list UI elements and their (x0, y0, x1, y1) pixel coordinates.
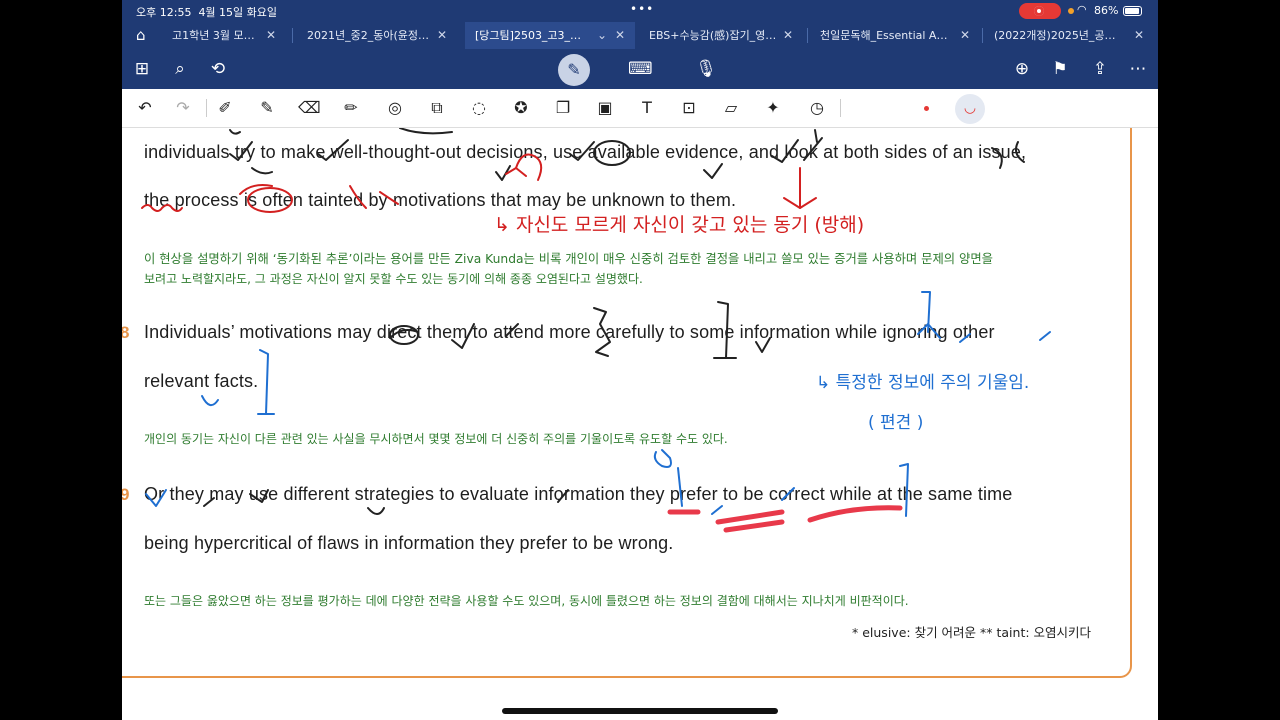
more-icon[interactable]: ⋯ (1126, 57, 1150, 81)
grid-icon[interactable]: ⊞ (130, 57, 154, 81)
sentence-7-line-b: the process is often tainted by motivati… (144, 190, 737, 210)
text-icon[interactable]: T (636, 97, 658, 119)
footnote: * elusive: 찾기 어려운 ** taint: 오염시키다 (852, 625, 1092, 640)
sentence-number-9: 9 (122, 485, 130, 504)
timer-icon[interactable]: ◷ (806, 97, 828, 119)
mic-indicator-icon (1068, 8, 1074, 14)
screen-record-icon[interactable] (1019, 3, 1061, 19)
red-handwritten-note: ↳ 자신도 모르게 자신이 갖고 있는 동기 (방해) (494, 214, 865, 236)
lasso-icon[interactable]: ⟲ (206, 57, 230, 81)
sentence-7-line-a: individuals try to make well-thought-out… (144, 142, 1027, 162)
battery-percent: 86% (1094, 4, 1119, 17)
close-icon[interactable]: ✕ (266, 22, 276, 49)
close-icon[interactable]: ✕ (783, 22, 793, 49)
tab-label: 천일문독해_Essential A… (820, 29, 948, 42)
scan-icon[interactable]: ⊡ (678, 97, 700, 119)
main-toolbar: ⊞ ⌕ ⟲ ✎ ⌨ 🎙 ⊕ ⚑ ⇪ ⋯ (122, 49, 1158, 89)
home-icon[interactable]: ⌂ (136, 26, 160, 46)
tab-label: [당그팀]2503_고3_… (475, 29, 582, 42)
search-icon[interactable]: ⌕ (168, 57, 192, 81)
undo-icon[interactable]: ↶ (134, 97, 156, 119)
blue-handwritten-note-2: ( 편견 ) (868, 413, 924, 433)
sticker-icon[interactable]: ⧉ (426, 97, 448, 119)
bookmark-icon[interactable]: ⚑ (1048, 57, 1072, 81)
wifi-icon: ◠ (1077, 3, 1087, 16)
tab-doc-6[interactable]: (2022개정)2025년_공… ✕ (984, 22, 1154, 49)
mic-icon[interactable]: 🎙 (694, 57, 718, 81)
sentence-8-line-a: Individuals’ motivations may direct them… (144, 322, 995, 342)
add-page-icon[interactable]: ⊕ (1010, 57, 1034, 81)
tab-doc-3-active[interactable]: [당그팀]2503_고3_… ⌄ ✕ (465, 22, 635, 49)
tab-label: 고1학년 3월 모… (172, 29, 255, 42)
sentence-number-8: 8 (122, 323, 130, 342)
close-icon[interactable]: ✕ (437, 22, 447, 49)
sentence-9-line-a: Or they may use different strategies to … (144, 484, 1013, 504)
keyboard-icon[interactable]: ⌨ (628, 57, 653, 81)
laser-icon[interactable]: ✦ (762, 97, 784, 119)
share-icon[interactable]: ⇪ (1088, 57, 1112, 81)
tab-label: EBS+수능감(感)잡기_영… (649, 29, 777, 42)
tab-doc-1[interactable]: 고1학년 3월 모… ✕ (162, 22, 286, 49)
document-tab-bar: ⌂ 고1학년 3월 모… ✕ 2021년_중2_동아(윤정… ✕ [당그팀]2503… (122, 22, 1158, 49)
battery-icon (1123, 6, 1142, 16)
close-icon[interactable]: ✕ (960, 22, 970, 49)
eraser-icon[interactable]: ⌫ (298, 97, 321, 119)
close-icon[interactable]: ✕ (1134, 22, 1144, 49)
document-page-area[interactable]: individuals try to make well-thought-out… (122, 128, 1158, 720)
tools-toolbar: ↶ ↷ ✐ ✎ ⌫ ✏ ◎ ⧉ ◌ ✪ ❐ ▣ T ⊡ ▱ ✦ ◷ ◡ (122, 89, 1158, 128)
tab-doc-4[interactable]: EBS+수능감(感)잡기_영… ✕ (639, 22, 803, 49)
red-color-dot[interactable] (924, 106, 929, 111)
close-icon[interactable]: ✕ (615, 22, 625, 49)
pen-mode-icon[interactable]: ✎ (558, 54, 590, 86)
sentence-8-line-b: relevant facts. (144, 371, 259, 391)
status-time: 오후 12:55 4월 15일 화요일 (136, 6, 278, 19)
ipad-screen: 오후 12:55 4월 15일 화요일 ••• ◠ 86% ⌂ 고1학년 3월 … (122, 0, 1158, 720)
translation-7-line-b: 보려고 노력할지라도, 그 과정은 자신이 알지 못할 수도 있는 동기에 의해… (144, 272, 643, 286)
redo-icon[interactable]: ↷ (172, 97, 194, 119)
tab-doc-5[interactable]: 천일문독해_Essential A… ✕ (810, 22, 980, 49)
image-icon[interactable]: ▣ (594, 97, 616, 119)
ruler-icon[interactable]: ▱ (720, 97, 742, 119)
multitask-dots-icon[interactable]: ••• (630, 2, 654, 16)
chevron-down-icon[interactable]: ⌄ (597, 22, 607, 49)
home-indicator[interactable] (502, 708, 778, 714)
sentence-9-line-b: being hypercritical of flaws in informat… (144, 533, 674, 553)
tab-doc-2[interactable]: 2021년_중2_동아(윤정… ✕ (297, 22, 457, 49)
tab-label: 2021년_중2_동아(윤정… (307, 29, 430, 42)
translation-7-line-a: 이 현상을 설명하기 위해 ‘동기화된 추론’이라는 용어를 만든 Ziva K… (144, 252, 993, 266)
shape-icon[interactable]: ◎ (384, 97, 406, 119)
star-icon[interactable]: ✪ (510, 97, 532, 119)
pencil-icon[interactable]: ✐ (214, 97, 236, 119)
pen-icon[interactable]: ✎ (256, 97, 278, 119)
highlighter-icon[interactable]: ✏ (340, 97, 362, 119)
red-pen-color-icon[interactable]: ◡ (955, 94, 985, 124)
copy-icon[interactable]: ❐ (552, 97, 574, 119)
status-bar: 오후 12:55 4월 15일 화요일 ••• ◠ 86% (122, 0, 1158, 22)
translation-9: 또는 그들은 옳았으면 하는 정보를 평가하는 데에 다양한 전략을 사용할 수… (144, 594, 909, 608)
lasso-select-icon[interactable]: ◌ (468, 97, 490, 119)
translation-8: 개인의 동기는 자신이 다른 관련 있는 사실을 무시하면서 몇몇 정보에 더 … (144, 432, 728, 446)
tab-label: (2022개정)2025년_공… (994, 29, 1116, 42)
blue-handwritten-note-1: ↳ 특정한 정보에 주의 기울임. (816, 373, 1030, 393)
